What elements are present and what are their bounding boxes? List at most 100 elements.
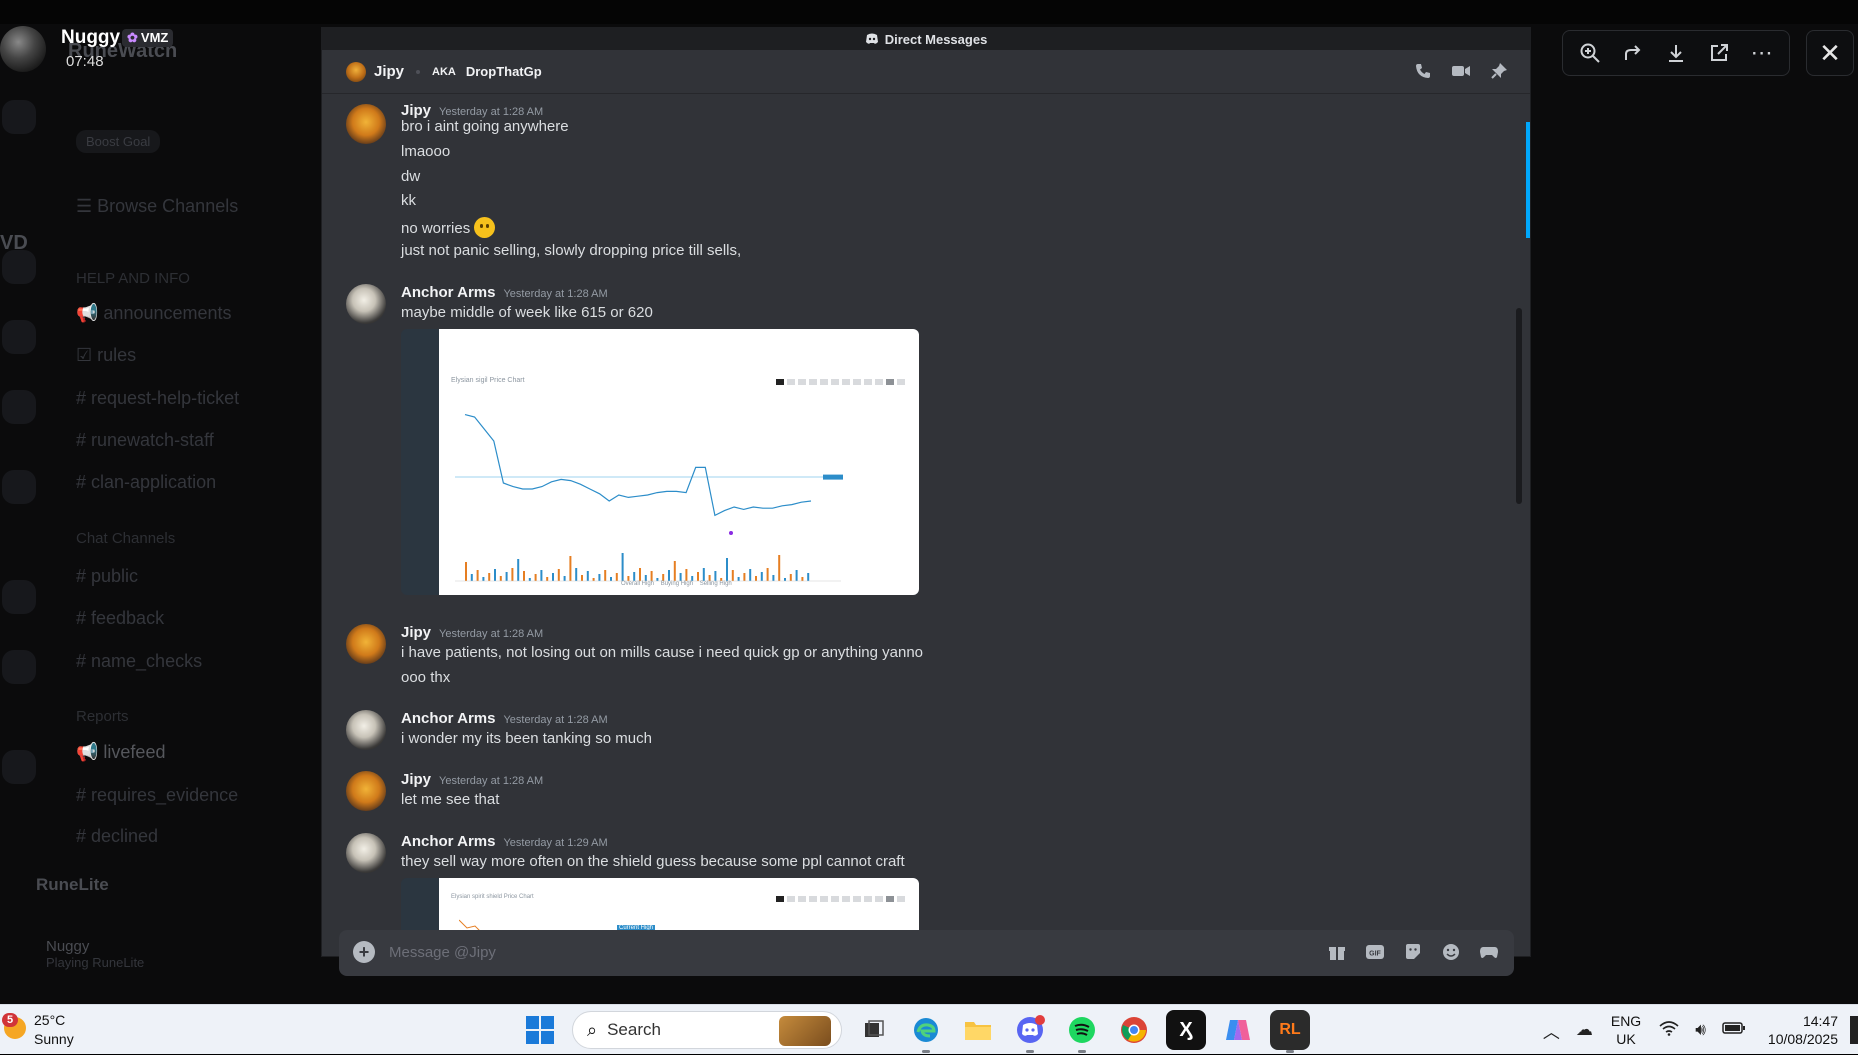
category-help-info[interactable]: HELP AND INFO [76, 270, 190, 287]
more-icon[interactable]: ⋯ [1744, 35, 1780, 71]
channel-announcements[interactable]: 📢 announcements [76, 303, 232, 324]
avatar[interactable] [346, 771, 386, 811]
language-indicator[interactable]: ENG UK [1611, 1012, 1641, 1048]
discord-app-icon[interactable] [1010, 1010, 1050, 1053]
channel-declined[interactable]: # declined [76, 826, 158, 847]
avatar[interactable] [346, 833, 386, 873]
volume-bar [668, 570, 670, 581]
voice-call-icon[interactable] [1412, 60, 1434, 82]
discord-icon [865, 33, 878, 44]
message-text: they sell way more often on the shield g… [401, 853, 905, 870]
avatar[interactable] [346, 104, 386, 144]
forward-icon[interactable] [1615, 35, 1651, 71]
message-header: Jipy Yesterday at 1:28 AM [401, 771, 543, 789]
file-explorer-icon[interactable] [958, 1010, 998, 1050]
server-icon[interactable] [2, 650, 36, 684]
sticker-icon[interactable] [1402, 941, 1424, 963]
volume-icon[interactable]: 🔊︎ [1695, 1020, 1706, 1040]
avatar[interactable] [346, 284, 386, 324]
server-icon[interactable] [2, 100, 36, 134]
volume-bar [615, 573, 618, 581]
author-name[interactable]: Anchor Arms [401, 833, 495, 850]
copilot-icon[interactable] [1218, 1010, 1258, 1050]
server-icon[interactable] [2, 320, 36, 354]
volume-bar [499, 576, 502, 581]
avatar[interactable] [346, 624, 386, 664]
channel-request-help-ticket[interactable]: # request-help-ticket [76, 388, 239, 409]
xbox-style-app-icon[interactable]: Ӽ [1166, 1010, 1206, 1050]
chrome-icon[interactable] [1114, 1010, 1154, 1050]
event-marker [729, 531, 733, 535]
bottom-user-panel[interactable]: Nuggy Playing RuneLite [46, 938, 144, 970]
close-icon[interactable]: ✕ [1806, 30, 1854, 76]
pin-icon[interactable] [1488, 60, 1510, 82]
author-name[interactable]: Jipy [401, 771, 431, 788]
channel-livefeed[interactable]: 📢 livefeed [76, 742, 165, 763]
attach-plus-icon[interactable]: + [353, 941, 375, 963]
dm-header: Jipy AKA DropThatGp [322, 50, 1530, 94]
apps-gamepad-icon[interactable] [1478, 941, 1500, 963]
download-icon[interactable] [1658, 35, 1694, 71]
channel-requires-evidence[interactable]: # requires_evidence [76, 785, 238, 806]
avatar[interactable] [346, 61, 366, 82]
scrollbar-thumb[interactable] [1516, 308, 1522, 504]
channel-rules[interactable]: ☑ rules [76, 345, 136, 366]
server-icon[interactable] [2, 580, 36, 614]
message-text: kk [401, 192, 416, 209]
weather-condition: Sunny [34, 1031, 74, 1047]
channel-feedback[interactable]: # feedback [76, 608, 164, 629]
runelite-app-icon[interactable]: RL [1270, 1010, 1310, 1053]
volume-bar [505, 572, 508, 581]
battery-icon[interactable] [1722, 1020, 1746, 1040]
weather-widget[interactable]: 5 25°C Sunny [2, 1011, 74, 1049]
server-icon[interactable] [2, 390, 36, 424]
author-name[interactable]: Anchor Arms [401, 284, 495, 301]
notification-center-edge[interactable] [1850, 1016, 1858, 1044]
author-name[interactable]: Jipy [401, 624, 431, 641]
taskbar-search[interactable]: ⌕ Search [572, 1011, 842, 1049]
message-feed[interactable]: Jipy Yesterday at 1:28 AM bro i aint goin… [322, 94, 1518, 950]
timestamp: Yesterday at 1:28 AM [439, 775, 544, 787]
start-button[interactable] [520, 1010, 560, 1050]
category-reports[interactable]: Reports [76, 708, 129, 725]
channel-clan-application[interactable]: # clan-application [76, 472, 216, 493]
open-external-icon[interactable] [1701, 35, 1737, 71]
gif-icon[interactable]: GIF [1364, 941, 1386, 963]
channel-name-checks[interactable]: # name_checks [76, 651, 202, 672]
zoom-in-icon[interactable] [1572, 35, 1608, 71]
wifi-icon[interactable] [1659, 1020, 1679, 1041]
tag-icon: ✿ [127, 30, 138, 45]
avatar[interactable] [346, 710, 386, 750]
image-attachment[interactable]: Elysian sigil Price Chart Overall High B… [401, 329, 919, 595]
task-view-icon[interactable] [854, 1010, 894, 1050]
browse-channels[interactable]: ☰ Browse Channels [76, 196, 238, 217]
server-icon[interactable] [2, 470, 36, 504]
chevron-up-icon[interactable]: ︿ [1543, 1018, 1560, 1043]
spotify-icon[interactable] [1062, 1010, 1102, 1053]
channel-public[interactable]: # public [76, 566, 138, 587]
video-call-icon[interactable] [1450, 60, 1472, 82]
timestamp: Yesterday at 1:29 AM [503, 837, 608, 849]
edge-browser-icon[interactable] [906, 1010, 946, 1053]
dm-recipient-alias: DropThatGp [465, 64, 542, 79]
runelite-label: RuneLite [36, 875, 109, 894]
channel-runewatch-staff[interactable]: # runewatch-staff [76, 430, 214, 451]
server-icon[interactable] [2, 750, 36, 784]
author-name[interactable]: Anchor Arms [401, 710, 495, 727]
message-text: bro i aint going anywhere [401, 118, 569, 135]
timestamp: Yesterday at 1:28 AM [439, 106, 544, 118]
upload-time: 07:48 [66, 53, 104, 70]
system-clock[interactable]: 14:47 10/08/2025 [1768, 1012, 1838, 1048]
author-name[interactable]: Jipy [401, 102, 431, 119]
message-text: maybe middle of week like 615 or 620 [401, 304, 653, 321]
onedrive-cloud-icon[interactable]: ☁ [1576, 1020, 1593, 1040]
volume-bar [488, 573, 491, 581]
gift-icon[interactable] [1326, 941, 1348, 963]
volume-bar [697, 572, 699, 581]
server-icon[interactable] [2, 250, 36, 284]
category-chat-channels[interactable]: Chat Channels [76, 530, 175, 547]
boost-goal[interactable]: Boost Goal [76, 130, 161, 153]
message-input[interactable] [389, 938, 1249, 966]
dm-recipient-name[interactable]: Jipy [374, 63, 404, 80]
emoji-picker-icon[interactable] [1440, 941, 1462, 963]
